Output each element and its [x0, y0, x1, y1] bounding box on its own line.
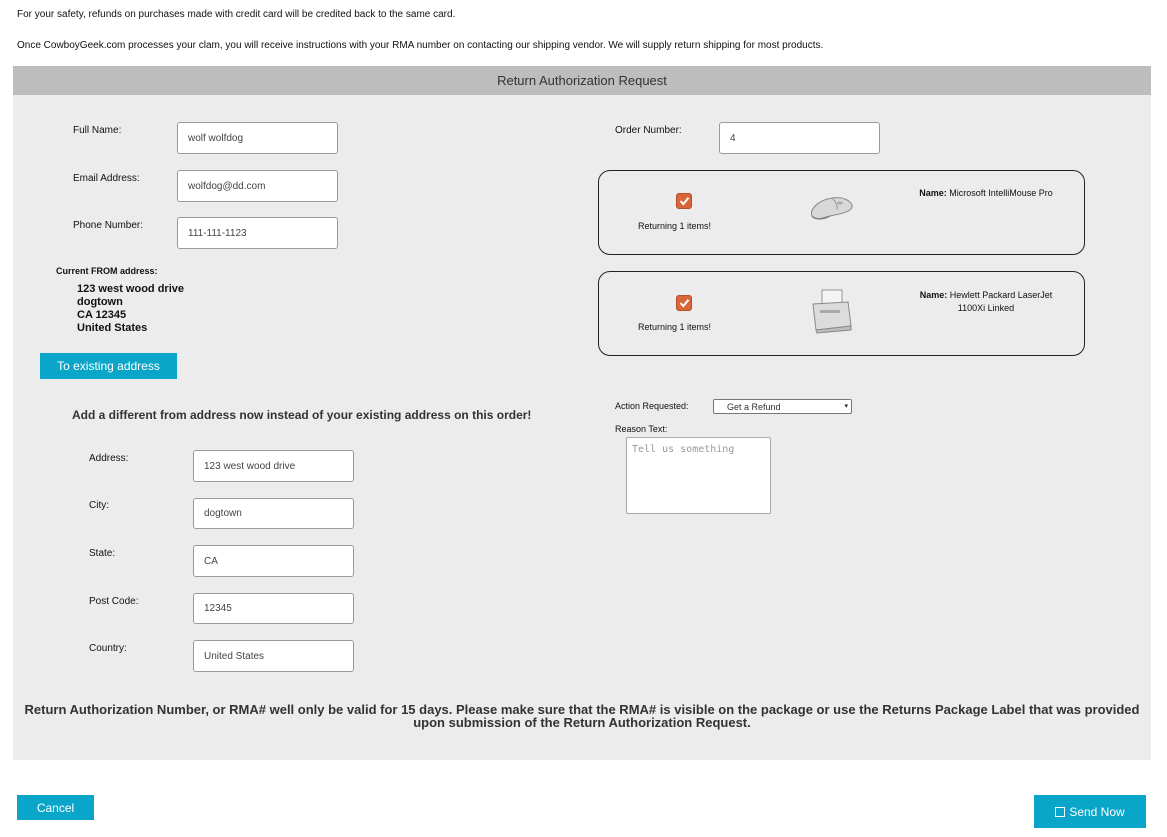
country-label: Country: — [89, 643, 127, 654]
city-label: City: — [89, 500, 109, 511]
email-field[interactable]: wolfdog@dd.com — [177, 170, 338, 202]
different-address-heading: Add a different from address now instead… — [72, 408, 532, 422]
chevron-down-icon: ▾ — [844, 403, 848, 410]
item-name-value: Hewlett Packard LaserJet 1100Xi Linked — [949, 290, 1053, 313]
returning-count: Returning 1 items! — [638, 322, 712, 332]
full-name-field[interactable]: wolf wolfdog — [177, 122, 338, 154]
phone-label: Phone Number: — [73, 220, 144, 231]
state-label: State: — [89, 548, 116, 559]
address-label: Address: — [89, 453, 129, 464]
address-line: 123 west wood drive — [77, 283, 184, 295]
rma-notice: Return Authorization Number, or RMA# wel… — [24, 702, 1140, 730]
address-field[interactable]: 123 west wood drive — [193, 450, 354, 482]
action-requested-select[interactable]: Get a Refund ▾ — [713, 399, 852, 414]
address-line: CA 12345 — [77, 309, 127, 321]
mouse-icon — [806, 192, 856, 224]
address-line: United States — [77, 322, 148, 334]
country-field[interactable]: United States — [193, 640, 354, 672]
item-name: Name: Hewlett Packard LaserJet 1100Xi Li… — [916, 289, 1056, 315]
email-label: Email Address: — [73, 173, 140, 184]
order-number-field[interactable]: 4 — [719, 122, 880, 154]
state-field[interactable]: CA — [193, 545, 354, 577]
item-name-value: Microsoft IntelliMouse Pro — [949, 188, 1053, 198]
printer-icon — [808, 286, 854, 334]
reason-text-label: Reason Text: — [615, 424, 668, 434]
form-title: Return Authorization Request — [13, 66, 1151, 95]
item-name: Name: Microsoft IntelliMouse Pro — [916, 187, 1056, 200]
item-name-label: Name: — [919, 188, 947, 198]
return-item-checkbox[interactable] — [676, 295, 692, 311]
checkmark-icon — [679, 299, 689, 308]
checkmark-icon — [679, 197, 689, 206]
cancel-button[interactable]: Cancel — [17, 795, 94, 820]
order-number-label: Order Number: — [615, 125, 682, 136]
return-item-checkbox[interactable] — [676, 193, 692, 209]
action-requested-label: Action Requested: — [615, 401, 689, 411]
to-existing-address-button[interactable]: To existing address — [40, 353, 177, 379]
action-requested-value: Get a Refund — [727, 401, 781, 412]
post-code-label: Post Code: — [89, 596, 139, 607]
send-now-label: Send Now — [1069, 804, 1125, 819]
refund-note: For your safety, refunds on purchases ma… — [17, 9, 456, 20]
current-from-address: 123 west wood drive dogtown CA 12345 Uni… — [77, 283, 184, 335]
send-icon — [1055, 806, 1066, 817]
send-now-button[interactable]: Send Now — [1034, 795, 1146, 828]
city-field[interactable]: dogtown — [193, 498, 354, 529]
address-line: dogtown — [77, 296, 123, 308]
full-name-label: Full Name: — [73, 125, 122, 136]
process-note: Once CowboyGeek.com processes your clam,… — [17, 40, 824, 51]
reason-textarea[interactable]: Tell us something — [626, 437, 771, 514]
returning-count: Returning 1 items! — [638, 221, 712, 231]
phone-field[interactable]: 111-111-1123 — [177, 217, 338, 249]
post-code-field[interactable]: 12345 — [193, 593, 354, 624]
item-name-label: Name: — [919, 290, 948, 300]
current-from-label: Current FROM address: — [56, 266, 158, 276]
